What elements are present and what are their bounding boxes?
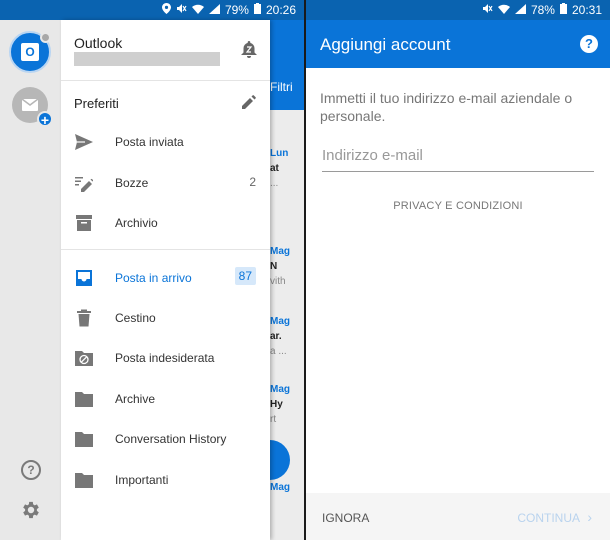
drawer-item-label: Posta inviata bbox=[115, 135, 184, 149]
gear-icon[interactable] bbox=[20, 499, 42, 521]
folder-icon bbox=[75, 430, 93, 448]
mail-date: Mag bbox=[270, 482, 290, 493]
status-bar: 78% 20:31 bbox=[306, 0, 610, 20]
bottom-action-bar: IGNORA CONTINUA › bbox=[306, 493, 610, 540]
account-email-redacted bbox=[74, 52, 220, 66]
mail-subject: Hy bbox=[270, 399, 283, 410]
mail-date: Mag bbox=[270, 384, 290, 395]
instructions-text: Immetti il tuo indirizzo e-mail aziendal… bbox=[320, 90, 573, 124]
battery-icon bbox=[559, 3, 567, 17]
drawer-item-archive[interactable]: Archive bbox=[61, 379, 270, 419]
skip-button[interactable]: IGNORA bbox=[322, 511, 369, 525]
status-time: 20:26 bbox=[265, 3, 296, 17]
navigation-drawer: Outlook Preferiti Posta inviata Bozze 2 bbox=[61, 20, 270, 540]
junk-folder-icon bbox=[75, 349, 93, 367]
signal-icon bbox=[208, 3, 220, 17]
favorites-heading: Preferiti bbox=[74, 96, 119, 111]
send-icon bbox=[75, 133, 93, 151]
archive-box-icon bbox=[75, 214, 93, 232]
list-item[interactable]: Mag N vith bbox=[270, 246, 304, 287]
email-input[interactable] bbox=[322, 139, 594, 172]
add-account-button[interactable]: + bbox=[12, 87, 53, 128]
drafts-pencil-icon bbox=[75, 174, 94, 192]
mail-date: Mag bbox=[270, 246, 290, 257]
drawer-item-label: Posta in arrivo bbox=[115, 271, 192, 285]
drawer-item-trash[interactable]: Cestino bbox=[61, 298, 270, 338]
wifi-icon bbox=[191, 4, 204, 17]
mail-subject: ar. bbox=[270, 331, 282, 342]
battery-icon bbox=[253, 3, 261, 17]
mail-preview: vith bbox=[270, 276, 286, 287]
outlook-drawer-screen: 79% 20:26 Filtri Lun at ... Mag N vith M… bbox=[0, 0, 304, 540]
drawer-item-label: Cestino bbox=[115, 311, 156, 325]
wifi-icon bbox=[497, 4, 510, 17]
notification-dot bbox=[40, 32, 51, 43]
privacy-terms-link[interactable]: PRIVACY E CONDIZIONI bbox=[306, 200, 610, 212]
drawer-item-label: Archivio bbox=[115, 216, 158, 230]
drawer-item-label: Posta indesiderata bbox=[115, 351, 215, 365]
status-time: 20:31 bbox=[571, 3, 602, 17]
drafts-count-badge: 2 bbox=[249, 175, 256, 189]
mail-envelope-icon bbox=[22, 99, 38, 111]
list-item[interactable]: Mag bbox=[270, 482, 304, 493]
drawer-item-inbox[interactable]: Posta in arrivo 87 bbox=[61, 258, 270, 298]
mail-subject: N bbox=[270, 261, 278, 272]
mail-preview: ... bbox=[270, 178, 279, 189]
drawer-item-important[interactable]: Importanti bbox=[61, 460, 270, 500]
app-bar: Aggiungi account ? bbox=[306, 20, 610, 68]
mute-icon bbox=[482, 3, 493, 17]
filter-button[interactable]: Filtri bbox=[270, 80, 293, 94]
folder-icon bbox=[75, 471, 93, 489]
drawer-item-junk[interactable]: Posta indesiderata bbox=[61, 338, 270, 378]
status-bar: 79% 20:26 bbox=[0, 0, 304, 20]
mail-date: Mag bbox=[270, 316, 290, 327]
inbox-unread-badge: 87 bbox=[234, 267, 256, 285]
drawer-item-sent[interactable]: Posta inviata bbox=[61, 122, 270, 162]
drawer-item-drafts[interactable]: Bozze 2 bbox=[61, 163, 270, 203]
mute-icon bbox=[176, 3, 187, 17]
divider bbox=[61, 249, 270, 250]
signal-icon bbox=[514, 3, 526, 17]
drawer-item-label: Bozze bbox=[115, 176, 149, 190]
edit-favorites-pencil-icon[interactable] bbox=[242, 95, 256, 109]
chevron-right-icon: › bbox=[587, 509, 592, 525]
list-item[interactable]: Lun at ... bbox=[270, 148, 304, 189]
drawer-item-archive-favorite[interactable]: Archivio bbox=[61, 203, 270, 243]
outlook-account-avatar[interactable]: O bbox=[9, 31, 51, 73]
drawer-item-label: Archive bbox=[115, 392, 156, 406]
account-rail: O + ? bbox=[0, 20, 61, 540]
page-title: Aggiungi account bbox=[320, 35, 451, 54]
mail-list-header bbox=[270, 20, 304, 110]
add-account-screen: 78% 20:31 Aggiungi account ? Immetti il … bbox=[306, 0, 610, 540]
folder-icon bbox=[75, 390, 93, 408]
drawer-item-conversation-history[interactable]: Conversation History bbox=[61, 419, 270, 459]
mail-preview: a ... bbox=[270, 346, 287, 357]
inbox-tray-icon bbox=[75, 269, 93, 287]
divider bbox=[61, 80, 270, 81]
notification-bell-icon[interactable] bbox=[241, 41, 257, 59]
list-item[interactable]: Mag ar. a ... bbox=[270, 316, 304, 357]
drawer-item-label: Conversation History bbox=[115, 432, 227, 446]
location-icon bbox=[161, 3, 171, 17]
mail-date: Lun bbox=[270, 148, 289, 159]
trash-icon bbox=[75, 309, 93, 327]
mail-subject: at bbox=[270, 163, 279, 174]
list-item[interactable]: Mag Hy rt bbox=[270, 384, 304, 425]
help-icon[interactable]: ? bbox=[580, 35, 598, 53]
outlook-logo-icon: O bbox=[21, 43, 39, 61]
battery-percent: 78% bbox=[530, 3, 555, 17]
account-name: Outlook bbox=[74, 35, 123, 51]
drawer-item-label: Importanti bbox=[115, 473, 169, 487]
battery-percent: 79% bbox=[224, 3, 249, 17]
continue-button[interactable]: CONTINUA bbox=[517, 511, 580, 525]
plus-icon: + bbox=[37, 111, 53, 128]
help-icon[interactable]: ? bbox=[21, 460, 41, 480]
mail-preview: rt bbox=[270, 414, 277, 425]
